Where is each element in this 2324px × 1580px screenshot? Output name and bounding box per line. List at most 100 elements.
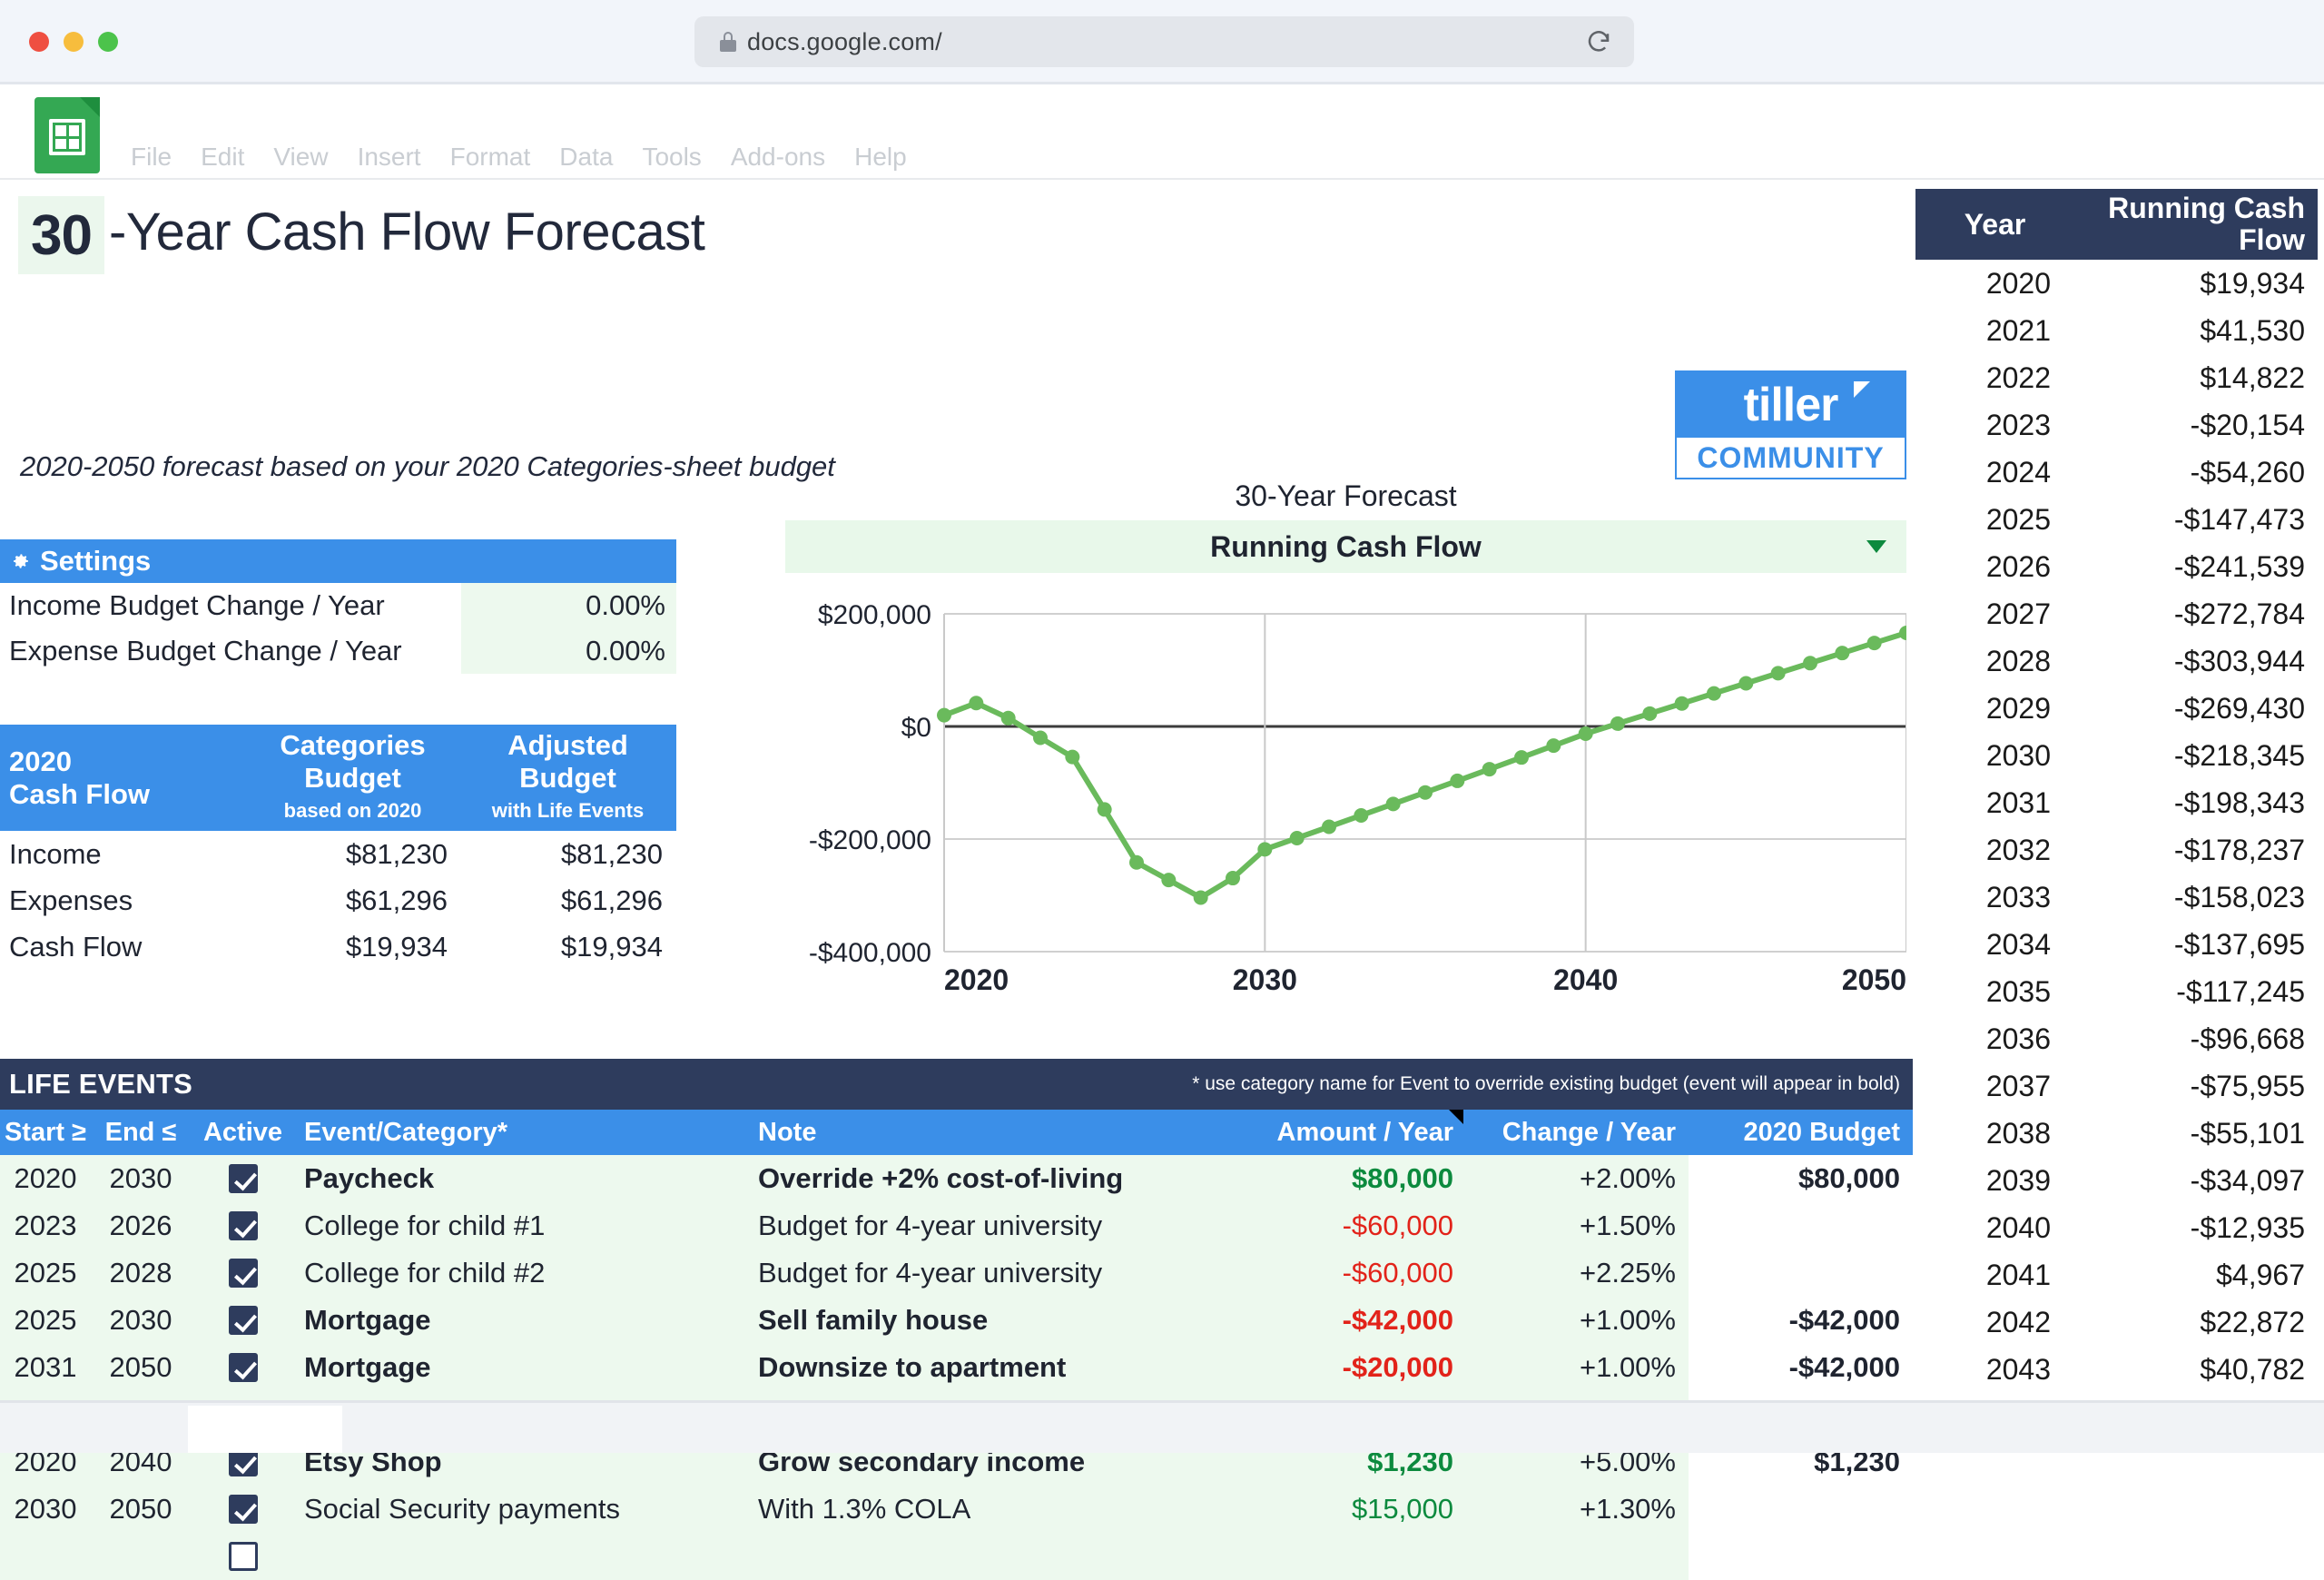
menu-item-tools[interactable]: Tools — [627, 143, 715, 172]
life-event-name[interactable]: Paycheck — [295, 1162, 749, 1195]
maximize-window-button[interactable] — [98, 32, 118, 52]
menu-item-file[interactable]: File — [116, 143, 186, 172]
active-checkbox[interactable] — [228, 1164, 258, 1193]
chevron-down-icon — [1866, 540, 1886, 553]
gear-icon — [14, 554, 28, 568]
life-event-note[interactable]: Sell family house — [749, 1304, 1203, 1337]
life-event-note[interactable]: Budget for 4-year university — [749, 1257, 1203, 1289]
life-event-name[interactable]: Mortgage — [295, 1351, 749, 1384]
setting-value-income[interactable]: 0.00% — [461, 583, 676, 628]
life-event-budget — [1689, 1249, 1913, 1297]
life-event-end[interactable]: 2028 — [91, 1257, 191, 1289]
life-event-change[interactable]: +2.00% — [1466, 1162, 1689, 1195]
sidebar-year: 2028 — [1985, 644, 2051, 677]
active-checkbox[interactable] — [228, 1211, 258, 1240]
life-event-change[interactable]: +1.30% — [1466, 1493, 1689, 1526]
list-item: 2031 -$198,343 — [1915, 779, 2318, 826]
life-event-amount[interactable]: -$20,000 — [1203, 1351, 1466, 1384]
column-header-amount[interactable]: Amount / Year — [1203, 1118, 1466, 1148]
column-header-change[interactable]: Change / Year — [1466, 1118, 1689, 1148]
life-event-end[interactable]: 2030 — [91, 1162, 191, 1195]
sidebar-header-value: Running Cash Flow — [2074, 189, 2318, 260]
cashflow-row-categories: $19,934 — [345, 930, 448, 963]
life-event-start[interactable]: 2030 — [0, 1493, 91, 1526]
page-subtitle: 2020-2050 forecast based on your 2020 Ca… — [20, 450, 835, 482]
tiller-logo-text: tiller — [1743, 379, 1839, 431]
life-event-change[interactable]: +2.25% — [1466, 1257, 1689, 1289]
life-event-amount[interactable]: -$60,000 — [1203, 1210, 1466, 1242]
life-event-start[interactable]: 2025 — [0, 1257, 91, 1289]
sheet-tab-active[interactable] — [188, 1406, 342, 1453]
table-row: 2023 2026 College for child #1 Budget for 4… — [0, 1202, 1913, 1249]
sidebar-year: 2043 — [1985, 1352, 2051, 1386]
life-event-end[interactable]: 2050 — [91, 1351, 191, 1384]
google-sheets-logo — [34, 97, 100, 173]
menu-item-edit[interactable]: Edit — [186, 143, 259, 172]
life-event-change[interactable]: +1.00% — [1466, 1351, 1689, 1384]
life-event-amount[interactable]: $15,000 — [1203, 1493, 1466, 1526]
active-checkbox[interactable] — [228, 1542, 258, 1571]
life-event-name[interactable]: Mortgage — [295, 1304, 749, 1337]
sheet-tabstrip — [0, 1403, 2324, 1453]
menu-item-format[interactable]: Format — [436, 143, 546, 172]
cashflow-col-categories-l2: Budget — [304, 762, 401, 794]
active-checkbox[interactable] — [228, 1259, 258, 1288]
life-event-amount[interactable]: -$60,000 — [1203, 1257, 1466, 1289]
address-bar[interactable]: docs.google.com/ — [694, 16, 1634, 67]
minimize-window-button[interactable] — [64, 32, 84, 52]
active-checkbox[interactable] — [228, 1353, 258, 1382]
settings-header-label: Settings — [40, 545, 152, 577]
life-event-name[interactable]: College for child #2 — [295, 1257, 749, 1289]
life-event-start[interactable]: 2020 — [0, 1162, 91, 1195]
close-window-button[interactable] — [29, 32, 49, 52]
setting-value-expense[interactable]: 0.00% — [461, 628, 676, 674]
life-event-note[interactable]: Override +2% cost-of-living — [749, 1162, 1203, 1195]
menu-item-view[interactable]: View — [259, 143, 342, 172]
life-event-active-cell — [191, 1211, 295, 1240]
life-event-start[interactable]: 2025 — [0, 1304, 91, 1337]
menu-item-help[interactable]: Help — [840, 143, 921, 172]
chart-series-dropdown[interactable]: Running Cash Flow — [785, 520, 1906, 573]
column-header-note[interactable]: Note — [749, 1118, 1203, 1148]
sidebar-running-cashflow: -$137,695 — [2173, 927, 2305, 961]
life-event-end[interactable]: 2030 — [91, 1304, 191, 1337]
sidebar-year: 2039 — [1985, 1163, 2051, 1197]
life-event-change[interactable]: +1.00% — [1466, 1304, 1689, 1337]
reload-icon[interactable] — [1585, 28, 1612, 55]
life-event-start[interactable]: 2031 — [0, 1351, 91, 1384]
life-event-name[interactable]: Social Security payments — [295, 1493, 749, 1526]
life-event-end[interactable]: 2026 — [91, 1210, 191, 1242]
life-event-note[interactable]: With 1.3% COLA — [749, 1493, 1203, 1526]
column-header-end[interactable]: End ≤ — [91, 1118, 191, 1148]
cashflow-row-categories: $81,230 — [345, 837, 448, 870]
sidebar-running-cashflow: -$303,944 — [2173, 644, 2305, 677]
forecast-years-cell[interactable]: 30 — [18, 196, 104, 274]
setting-label-expense: Expense Budget Change / Year — [9, 635, 402, 667]
life-event-change[interactable]: +1.50% — [1466, 1210, 1689, 1242]
life-event-note[interactable]: Budget for 4-year university — [749, 1210, 1203, 1242]
life-event-note[interactable]: Downsize to apartment — [749, 1351, 1203, 1384]
sidebar-running-cashflow: -$147,473 — [2173, 502, 2305, 536]
sidebar-year: 2025 — [1985, 502, 2051, 536]
column-header-start[interactable]: Start ≥ — [0, 1118, 91, 1148]
menu-item-insert[interactable]: Insert — [343, 143, 436, 172]
column-header-budget[interactable]: 2020 Budget — [1689, 1118, 1913, 1148]
setting-row-expense: Expense Budget Change / Year 0.00% — [0, 628, 676, 674]
list-item: 2024 -$54,260 — [1915, 449, 2318, 496]
list-item: 2026 -$241,539 — [1915, 543, 2318, 590]
life-event-start[interactable]: 2023 — [0, 1210, 91, 1242]
column-header-event[interactable]: Event/Category* — [295, 1118, 749, 1148]
menu-item-addons[interactable]: Add-ons — [716, 143, 840, 172]
list-item: 2039 -$34,097 — [1915, 1157, 2318, 1204]
life-event-amount[interactable]: -$42,000 — [1203, 1304, 1466, 1337]
life-event-name[interactable]: College for child #1 — [295, 1210, 749, 1242]
active-checkbox[interactable] — [228, 1495, 258, 1524]
menu-item-data[interactable]: Data — [545, 143, 627, 172]
life-event-end[interactable]: 2050 — [91, 1493, 191, 1526]
cashflow-table-header: 2020 Cash Flow Categories Budget based o… — [0, 725, 676, 831]
sidebar-running-cashflow: $14,822 — [2200, 360, 2305, 394]
list-item: 2030 -$218,345 — [1915, 732, 2318, 779]
column-header-active[interactable]: Active — [191, 1118, 295, 1148]
active-checkbox[interactable] — [228, 1306, 258, 1335]
life-event-amount[interactable]: $80,000 — [1203, 1162, 1466, 1195]
